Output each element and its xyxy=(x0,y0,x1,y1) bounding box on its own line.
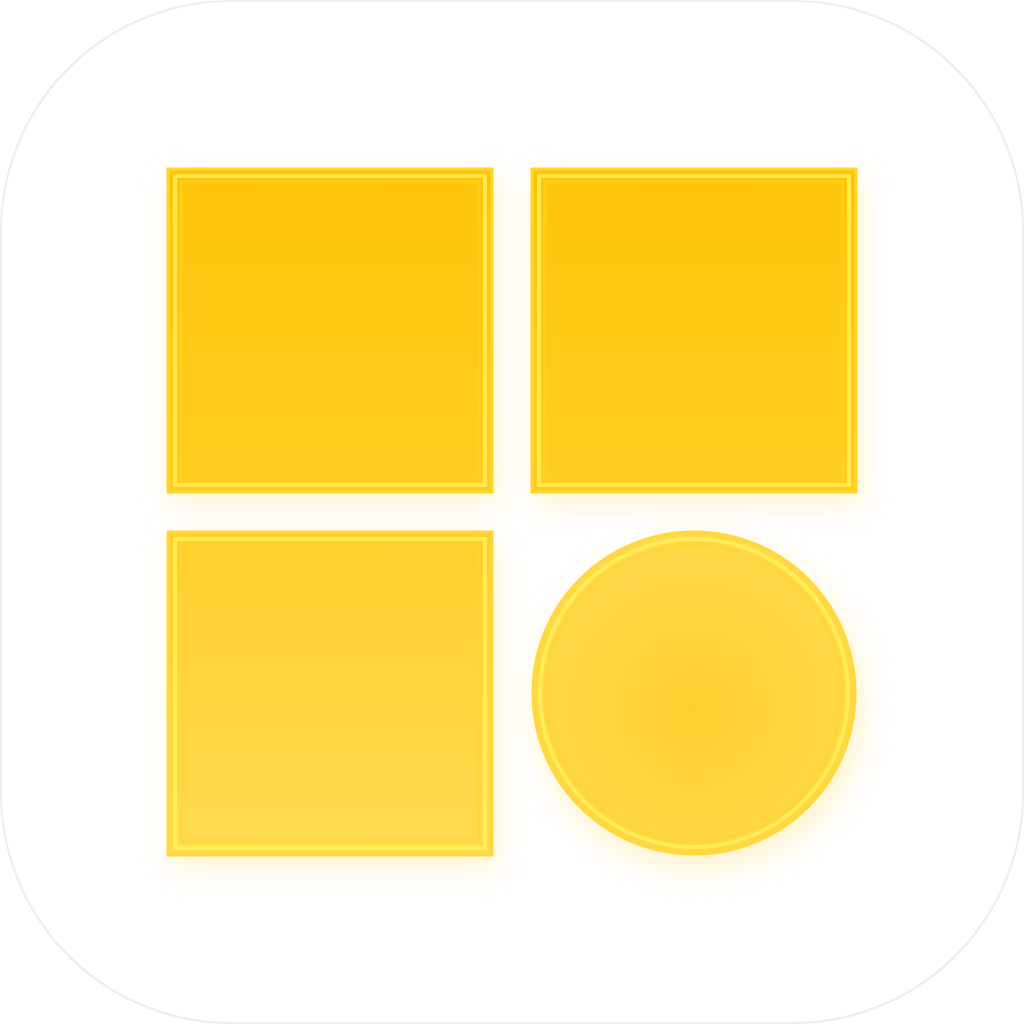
app-icon-graphic xyxy=(0,0,1024,1024)
square-tile-top-left xyxy=(166,167,494,494)
icon-background xyxy=(0,0,1024,1024)
app-icon xyxy=(0,0,1024,1024)
square-tile-bottom-left xyxy=(166,530,494,857)
square-tile-top-right xyxy=(530,167,858,494)
circle-tile-bottom-right xyxy=(531,530,857,856)
